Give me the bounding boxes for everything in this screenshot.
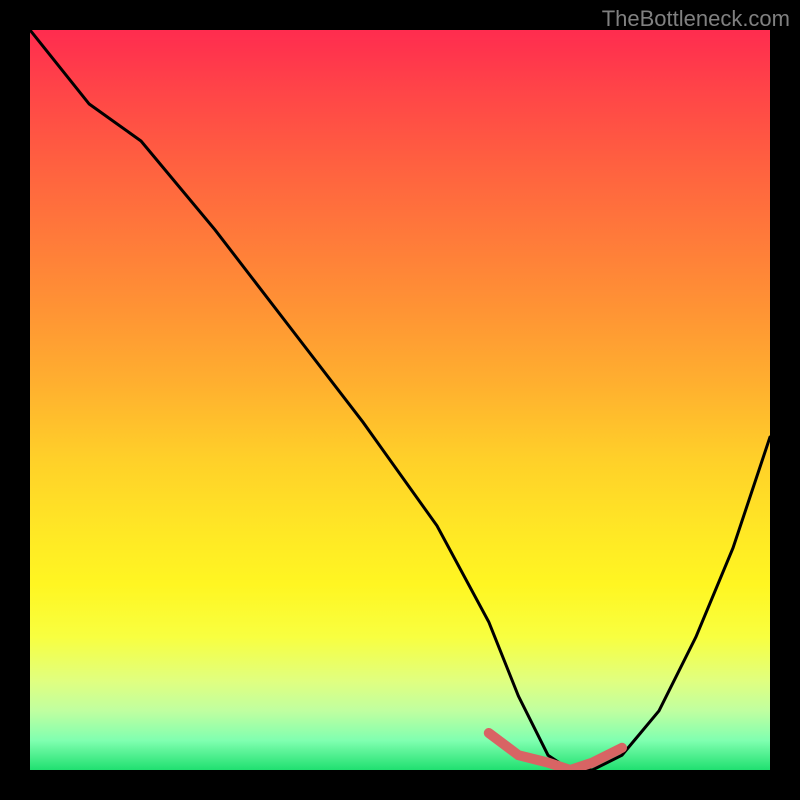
watermark-text: TheBottleneck.com: [602, 6, 790, 32]
curve-svg: [30, 30, 770, 770]
bottleneck-curve: [30, 30, 770, 770]
chart-area: [30, 30, 770, 770]
